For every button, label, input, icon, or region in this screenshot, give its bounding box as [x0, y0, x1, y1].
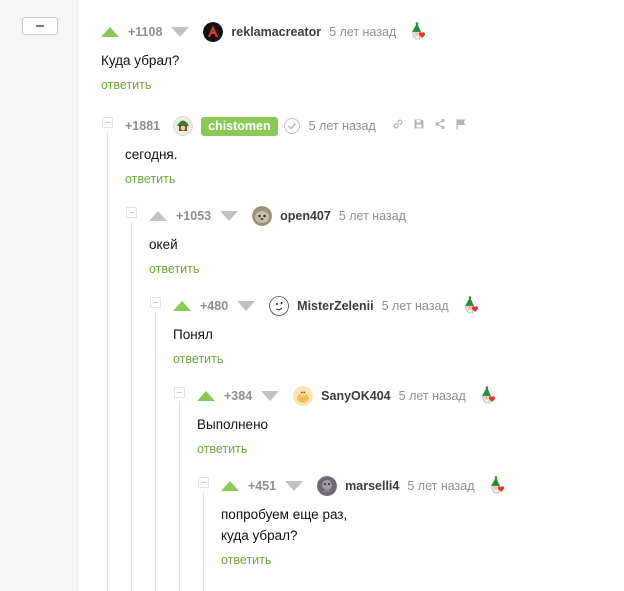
timestamp[interactable]: 5 лет назад — [339, 209, 406, 223]
comment: +1053 open407 5 лет назад окей ответить — [149, 204, 414, 276]
avatar[interactable] — [203, 22, 224, 42]
timestamp[interactable]: 5 лет назад — [407, 479, 474, 493]
downvote-arrow-icon[interactable] — [285, 481, 304, 491]
downvote-arrow-icon[interactable] — [220, 211, 239, 221]
thread-line — [107, 132, 108, 591]
username[interactable]: MisterZelenii — [297, 299, 373, 313]
comment: +1881 chistomen 5 лет назад сегодня. отв… — [125, 114, 467, 186]
comments-sidebar — [0, 0, 78, 591]
username[interactable]: SanyOK404 — [321, 389, 390, 403]
upvote-arrow-icon[interactable] — [149, 211, 167, 221]
report-flag-icon[interactable] — [455, 117, 467, 135]
reply-link[interactable]: ответить — [149, 262, 414, 276]
comment-text: попробуем еще раз, куда убрал? — [221, 507, 348, 543]
comment-header: +451 marselli4 5 лет назад — [221, 474, 507, 498]
upvote-arrow-icon[interactable] — [173, 301, 191, 311]
comment-header: +1881 chistomen 5 лет назад — [125, 114, 467, 138]
reply-link[interactable]: ответить — [101, 78, 428, 92]
downvote-arrow-icon[interactable] — [261, 391, 280, 401]
upvote-arrow-icon[interactable] — [221, 481, 239, 491]
reply-link[interactable]: ответить — [125, 172, 467, 186]
comment-text: окей — [149, 237, 178, 252]
comment-text: Куда убрал? — [101, 53, 180, 68]
comment-rating: +1053 — [176, 209, 212, 223]
reply-link[interactable]: ответить — [173, 352, 481, 366]
save-icon[interactable] — [413, 117, 425, 135]
comment-rating: +480 — [200, 299, 229, 313]
comment-text: Выполнено — [197, 417, 269, 432]
comment-header: +384 SanyOK404 5 лет назад — [197, 384, 498, 408]
avatar[interactable] — [269, 296, 290, 316]
downvote-arrow-icon[interactable] — [171, 27, 190, 37]
comment: +480 MisterZelenii 5 лет назад Понял отв… — [173, 294, 481, 366]
comment: +1108 reklamacreator 5 лет назад Куда уб… — [101, 20, 428, 92]
comment-rating: +1108 — [128, 25, 163, 39]
branch-collapse-toggle[interactable] — [126, 207, 137, 218]
comment-header: +1053 open407 5 лет назад — [149, 204, 414, 228]
comment-actions — [392, 117, 467, 135]
comment: +384 SanyOK404 5 лет назад Выполнено отв… — [197, 384, 498, 456]
share-icon[interactable] — [434, 117, 446, 135]
timestamp[interactable]: 5 лет назад — [382, 299, 449, 313]
reply-link[interactable]: ответить — [221, 553, 507, 567]
username[interactable]: open407 — [280, 209, 331, 223]
branch-collapse-toggle[interactable] — [198, 477, 209, 488]
comment-text: Понял — [173, 327, 213, 342]
downvote-arrow-icon[interactable] — [237, 301, 256, 311]
comment-header: +480 MisterZelenii 5 лет назад — [173, 294, 481, 318]
timestamp[interactable]: 5 лет назад — [399, 389, 466, 403]
collapse-all-button[interactable] — [22, 17, 58, 35]
comment-rating: +1881 — [125, 119, 161, 133]
branch-collapse-toggle[interactable] — [150, 297, 161, 308]
upvote-arrow-icon[interactable] — [197, 391, 215, 401]
comment-text: сегодня. — [125, 147, 178, 162]
username[interactable]: reklamacreator — [231, 25, 321, 39]
comment: +451 marselli4 5 лет назад попробуем еще… — [221, 474, 507, 567]
elf-heart-award-icon[interactable] — [408, 22, 428, 42]
thread-line — [131, 222, 132, 591]
reply-link[interactable]: ответить — [197, 442, 498, 456]
upvote-arrow-icon[interactable] — [101, 27, 119, 37]
branch-collapse-toggle[interactable] — [174, 387, 185, 398]
avatar[interactable] — [293, 386, 314, 406]
avatar[interactable] — [173, 116, 193, 136]
avatar[interactable] — [317, 476, 338, 496]
username[interactable]: chistomen — [201, 116, 278, 136]
thread-line — [179, 402, 180, 591]
comment-rating: +451 — [248, 479, 277, 493]
comment-header: +1108 reklamacreator 5 лет назад — [101, 20, 428, 44]
elf-heart-award-icon[interactable] — [487, 476, 507, 496]
comment-rating: +384 — [224, 389, 253, 403]
branch-collapse-toggle[interactable] — [102, 117, 113, 128]
timestamp[interactable]: 5 лет назад — [329, 25, 396, 39]
avatar[interactable] — [252, 206, 273, 226]
username[interactable]: marselli4 — [345, 479, 399, 493]
elf-heart-award-icon[interactable] — [461, 296, 481, 316]
timestamp[interactable]: 5 лет назад — [309, 119, 376, 133]
verified-check-icon — [283, 118, 300, 134]
elf-heart-award-icon[interactable] — [478, 386, 498, 406]
minus-icon — [36, 25, 44, 27]
thread-line — [203, 492, 204, 591]
link-icon[interactable] — [392, 117, 404, 135]
thread-line — [155, 312, 156, 591]
